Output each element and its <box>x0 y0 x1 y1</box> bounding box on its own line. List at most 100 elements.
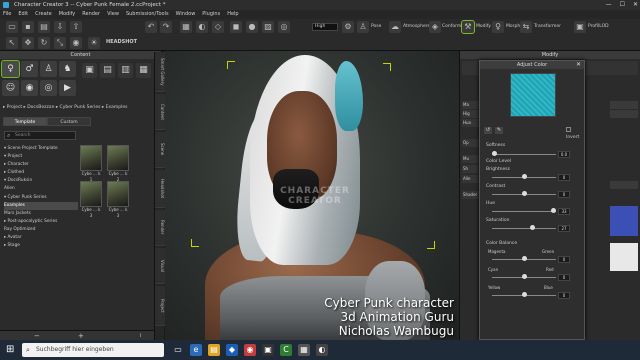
brightness-value[interactable]: 0 <box>558 174 570 181</box>
app-icon[interactable]: ▦ <box>298 344 310 356</box>
minimize-button[interactable]: — <box>606 0 612 10</box>
view-icon[interactable]: ◐ <box>196 21 208 33</box>
tree-item[interactable]: ▸ Avatar <box>4 234 78 242</box>
slider-knob[interactable] <box>522 191 527 196</box>
menu-window[interactable]: Window <box>176 10 196 19</box>
tab-body[interactable]: ♂ <box>21 61 38 77</box>
move-icon[interactable]: ✥ <box>22 37 34 49</box>
tab-face[interactable]: ☺ <box>2 80 19 96</box>
rotate-icon[interactable]: ↻ <box>38 37 50 49</box>
menu-help[interactable]: Help <box>227 10 238 19</box>
undo-icon[interactable]: ↶ <box>145 21 157 33</box>
tab-hair[interactable]: ♞ <box>59 61 76 77</box>
tree-item-selected[interactable]: Examples <box>4 201 78 210</box>
tree-item[interactable]: ▾ Scene Project Template <box>4 145 78 153</box>
menu-create[interactable]: Create <box>35 10 52 19</box>
contrast-value[interactable]: 0 <box>558 191 570 198</box>
menu-modify[interactable]: Modify <box>59 10 76 19</box>
texture-icon[interactable]: ▨ <box>262 21 274 33</box>
edge-icon[interactable]: e <box>190 344 202 356</box>
hue-value[interactable]: 33 <box>558 208 570 215</box>
tree-item[interactable]: ▸ Stage <box>4 242 78 250</box>
tab-custom[interactable]: Custom <box>47 117 91 126</box>
slider-knob[interactable] <box>522 174 527 179</box>
save-icon[interactable]: ▪ <box>22 21 34 33</box>
conform-label[interactable]: Conform <box>442 22 461 32</box>
settings-icon[interactable]: ⚙ <box>342 21 354 33</box>
scale-icon[interactable]: ⤡ <box>54 37 66 49</box>
atmosphere-label[interactable]: Atmosphere <box>403 22 430 32</box>
side-tab-scene[interactable]: Scene <box>155 132 165 168</box>
tab-motion[interactable]: ▶ <box>59 80 76 96</box>
hue-slider[interactable] <box>492 207 556 217</box>
thumbnail[interactable]: Cybe ... k 1 <box>80 145 102 182</box>
app-icon[interactable]: ▣ <box>262 344 274 356</box>
quality-dropdown[interactable]: High <box>312 23 338 31</box>
transformer-icon[interactable]: ⇆ <box>520 21 532 33</box>
tab-skin[interactable]: ▦ <box>136 63 151 78</box>
transformer-label[interactable]: Transformer <box>534 22 561 32</box>
side-tab-render[interactable]: Render <box>155 210 165 246</box>
tree-item[interactable]: ▸ Post-apocalyptic Series <box>4 218 78 226</box>
invert-checkbox[interactable]: Invert <box>566 127 584 141</box>
magenta-green-slider[interactable] <box>492 255 556 265</box>
tree-item[interactable]: Alien <box>4 185 78 193</box>
task-view-icon[interactable]: ▭ <box>172 344 184 356</box>
render-icon[interactable]: ◼ <box>230 21 242 33</box>
side-tab-headshot[interactable]: Headshot <box>155 170 165 208</box>
menu-edit[interactable]: Edit <box>18 10 28 19</box>
modify-tab-label[interactable]: Modify <box>476 22 491 32</box>
app-icon[interactable]: ◐ <box>316 344 328 356</box>
morph-icon[interactable]: ♀ <box>492 21 504 33</box>
character-creator-taskbar-icon[interactable]: C <box>280 344 292 356</box>
reset-icon[interactable]: ↺ <box>484 127 492 134</box>
fov-icon[interactable]: ◎ <box>278 21 290 33</box>
tree-item[interactable]: ▾ Cyber Punk Series <box>4 194 78 202</box>
grid-icon[interactable]: ▦ <box>180 21 192 33</box>
modify-field[interactable] <box>610 101 638 109</box>
tab-shoes[interactable]: ▥ <box>118 63 133 78</box>
tab-teeth[interactable]: ◎ <box>40 80 57 96</box>
atmosphere-icon[interactable]: ☁ <box>389 21 401 33</box>
tab-pose[interactable]: ♙ <box>40 61 57 77</box>
light-icon[interactable]: ☀ <box>88 37 100 49</box>
modify-field[interactable] <box>610 110 638 118</box>
search-input[interactable]: ⌕ Search <box>4 131 76 140</box>
magenta-green-value[interactable]: 0 <box>558 256 570 263</box>
slider-knob[interactable] <box>522 256 527 261</box>
app-icon[interactable]: ◆ <box>226 344 238 356</box>
menu-plugins[interactable]: Plugins <box>202 10 220 19</box>
maximize-button[interactable]: ☐ <box>620 0 625 10</box>
eyedropper-icon[interactable]: ✎ <box>495 127 503 134</box>
windows-start-icon[interactable]: ⊞ <box>6 345 16 355</box>
taskbar-search-input[interactable]: ⌕ Suchbegriff hier eingeben <box>22 343 164 357</box>
yellow-blue-slider[interactable] <box>492 291 556 301</box>
color-swatch-blue[interactable] <box>610 206 638 236</box>
breadcrumb[interactable]: ▸ Project ▸ DocsBezzan ▸ Cyber Punk Seri… <box>3 103 159 112</box>
import-icon[interactable]: ⇩ <box>54 21 66 33</box>
tab-template[interactable]: Template <box>3 117 47 126</box>
menu-view[interactable]: View <box>107 10 119 19</box>
select-icon[interactable]: ↖ <box>6 37 18 49</box>
tree-item[interactable]: Ray Optimized <box>4 226 78 234</box>
tree-item[interactable]: ▾ DocsRuksin <box>4 177 78 185</box>
color-swatch-white[interactable] <box>610 243 638 271</box>
side-tab-content[interactable]: Content <box>155 94 165 130</box>
shading-icon[interactable]: ● <box>246 21 258 33</box>
modify-icon[interactable]: ⚒ <box>461 20 475 34</box>
export-icon[interactable]: ⇧ <box>70 21 82 33</box>
side-tab-project[interactable]: Project <box>155 286 165 326</box>
brightness-slider[interactable] <box>492 173 556 183</box>
thumbnail[interactable]: Cybe ... k 3 <box>107 181 129 218</box>
tree-item[interactable]: ▸ Character <box>4 161 78 169</box>
side-tab-visual[interactable]: Visual <box>155 248 165 284</box>
app-icon[interactable]: ◉ <box>244 344 256 356</box>
tree-item[interactable]: Mars Jackets <box>4 210 78 218</box>
close-icon[interactable]: ✕ <box>576 61 581 69</box>
tab-accessory[interactable]: ▤ <box>100 63 115 78</box>
lod-icon[interactable]: ▣ <box>574 21 586 33</box>
close-button[interactable]: ✕ <box>633 0 638 10</box>
yellow-blue-value[interactable]: 0 <box>558 292 570 299</box>
side-tab-smart-gallery[interactable]: Smart Gallery <box>155 52 165 92</box>
conform-icon[interactable]: ◈ <box>429 21 441 33</box>
